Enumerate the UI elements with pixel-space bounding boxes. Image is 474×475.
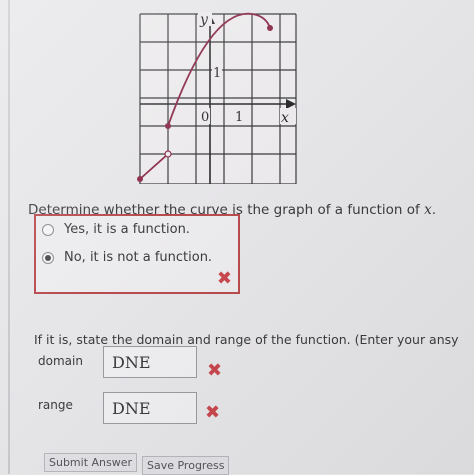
option-no-label: No, it is not a function. [64,250,213,265]
radio-no[interactable] [42,251,54,264]
tick-label-x-1: 1 [235,110,243,125]
incorrect-icon: ✖ [216,268,232,289]
range-label: range [38,398,73,412]
domain-label: domain [38,354,83,368]
y-axis-label: y [199,12,209,28]
closed-endpoint-top [267,25,273,31]
tick-label-y-1: 1 [213,66,221,81]
answer-choices-box: Yes, it is a function. No, it is not a f… [34,214,240,294]
closed-endpoint-middle [165,123,171,129]
page-left-border [8,0,10,474]
option-yes-label: Yes, it is a function. [64,222,190,237]
tick-label-origin: 0 [201,110,209,125]
x-axis-label: x [281,110,289,126]
range-incorrect-icon: ✖ [205,402,221,423]
domain-incorrect-icon: ✖ [207,360,223,381]
save-progress-button[interactable]: Save Progress [142,456,230,475]
graph: y x 1 0 1 [137,12,297,184]
open-endpoint [164,150,172,158]
domain-range-prompt: If it is, state the domain and range of … [34,332,459,347]
range-input[interactable]: DNE [103,392,197,424]
option-no[interactable]: No, it is not a function. [42,250,212,265]
radio-yes[interactable] [42,223,54,236]
closed-endpoint-bottom [137,176,143,182]
option-yes[interactable]: Yes, it is a function. [42,222,190,237]
submit-answer-button[interactable]: Submit Answer [44,453,138,472]
domain-input[interactable]: DNE [103,346,197,378]
